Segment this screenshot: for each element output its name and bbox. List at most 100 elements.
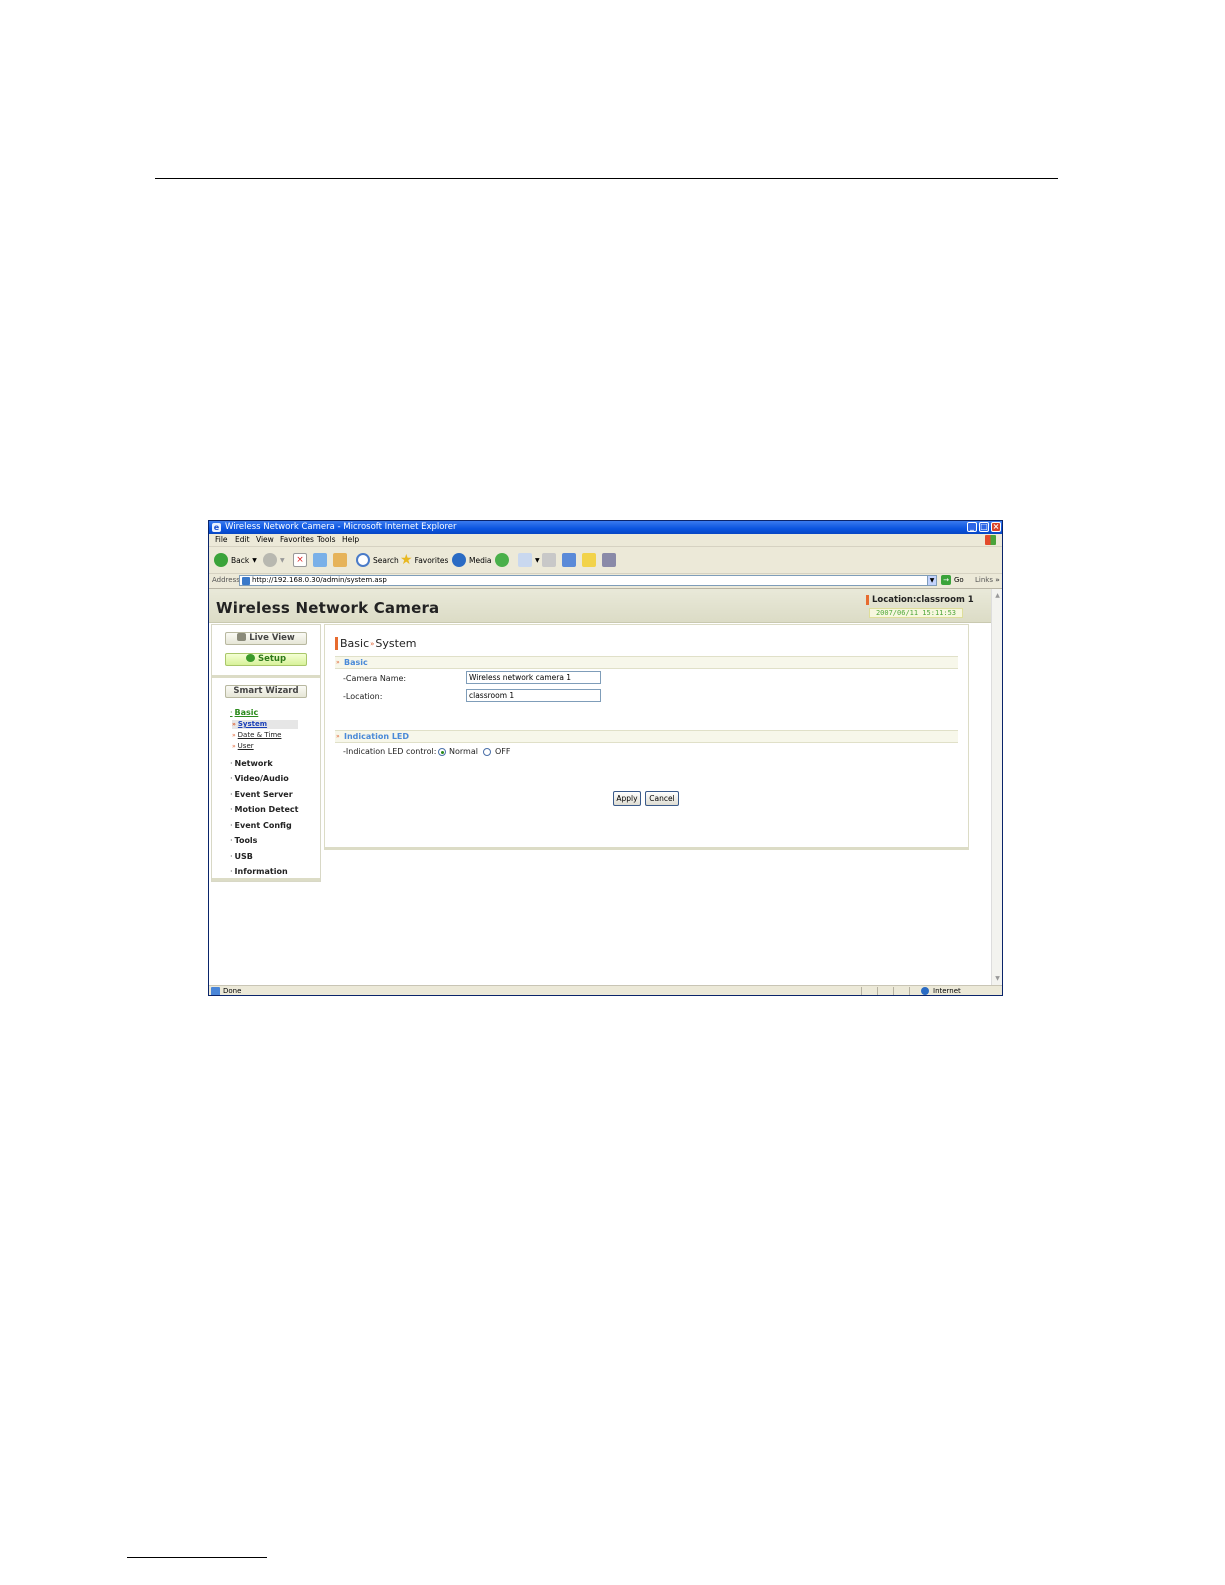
- sidebar-subitem-system[interactable]: » System: [232, 720, 298, 729]
- address-bar: Address http://192.168.0.30/admin/system…: [209, 574, 1002, 589]
- led-normal-radio[interactable]: [438, 748, 446, 756]
- mail-icon: [518, 553, 532, 567]
- title-bar: e Wireless Network Camera - Microsoft In…: [209, 521, 1002, 534]
- note-icon: [582, 553, 596, 567]
- links-button[interactable]: Links »: [975, 576, 1000, 584]
- maximize-button[interactable]: □: [979, 522, 989, 532]
- go-button[interactable]: → Go: [941, 575, 964, 585]
- sidebar-item-video-audio[interactable]: · Video/Audio: [230, 774, 289, 783]
- status-divider: [877, 987, 878, 995]
- sidebar-item-event-config[interactable]: · Event Config: [230, 821, 292, 830]
- double-arrow-icon: »: [370, 639, 375, 648]
- sidebar-subitem-user[interactable]: » User: [232, 742, 298, 751]
- double-arrow-icon: »: [232, 732, 236, 739]
- history-icon: [495, 553, 509, 567]
- address-input[interactable]: http://192.168.0.30/admin/system.asp: [239, 575, 933, 586]
- double-arrow-icon: »: [232, 721, 236, 728]
- menu-edit[interactable]: Edit: [235, 535, 250, 545]
- address-url: http://192.168.0.30/admin/system.asp: [252, 576, 387, 584]
- security-zone: Internet: [921, 987, 961, 995]
- led-off-radio[interactable]: [483, 748, 491, 756]
- setup-button[interactable]: Setup: [225, 653, 307, 666]
- camera-name-input[interactable]: [466, 671, 601, 684]
- sidebar: Live View Setup Smart Wizard · Basic » Sys…: [211, 624, 321, 882]
- address-dropdown-icon[interactable]: ▼: [927, 575, 937, 586]
- location-accent-bar: [866, 595, 869, 605]
- forward-button[interactable]: ▼: [263, 551, 285, 569]
- setup-icon: [245, 654, 255, 662]
- sidebar-item-usb[interactable]: · USB: [230, 852, 253, 861]
- double-arrow-icon: »: [336, 659, 340, 666]
- led-control-label: -Indication LED control:: [343, 747, 437, 756]
- double-arrow-icon: »: [336, 733, 340, 740]
- menu-file[interactable]: File: [215, 535, 228, 545]
- browser-toolbar: Back ▼ ▼ × Search ★ Favorites Media ▼: [209, 547, 1002, 574]
- camera-name-label: -Camera Name:: [343, 674, 407, 683]
- sidebar-item-basic[interactable]: · Basic: [230, 708, 258, 717]
- stop-button[interactable]: ×: [293, 551, 310, 569]
- mail-button[interactable]: ▼: [518, 551, 540, 569]
- live-view-button[interactable]: Live View: [225, 632, 307, 645]
- section-header-basic: » Basic: [335, 656, 958, 669]
- scroll-up-icon[interactable]: ▲: [993, 591, 1002, 600]
- footnote-rule: [127, 1557, 267, 1558]
- menu-tools[interactable]: Tools: [317, 535, 335, 545]
- refresh-button[interactable]: [313, 551, 330, 569]
- sidebar-item-tools[interactable]: · Tools: [230, 836, 257, 845]
- ie-icon: e: [212, 523, 221, 532]
- chevron-down-icon: ▼: [280, 556, 285, 564]
- sidebar-subitem-date-time[interactable]: » Date & Time: [232, 731, 298, 740]
- chevron-right-icon: »: [995, 576, 1000, 584]
- smart-wizard-button[interactable]: Smart Wizard: [225, 685, 307, 698]
- home-button[interactable]: [333, 551, 350, 569]
- location-input[interactable]: [466, 689, 601, 702]
- media-button[interactable]: Media: [452, 551, 492, 569]
- chevron-down-icon: ▼: [252, 556, 257, 564]
- history-button[interactable]: [495, 551, 512, 569]
- web-content: Wireless Network Camera Location:classro…: [209, 589, 991, 985]
- sidebar-item-network[interactable]: · Network: [230, 759, 273, 768]
- apply-button[interactable]: Apply: [613, 791, 641, 806]
- vertical-scrollbar[interactable]: ▲ ▼: [991, 589, 1002, 985]
- window-title: Wireless Network Camera - Microsoft Inte…: [225, 522, 457, 532]
- globe-icon: [921, 987, 929, 995]
- location-label: Location:classroom 1: [872, 595, 974, 605]
- edit-icon: [562, 553, 576, 567]
- windows-logo-icon: [985, 535, 996, 545]
- stop-icon: ×: [293, 553, 307, 567]
- status-bar: Done Internet: [209, 985, 1002, 995]
- messenger-icon: [602, 553, 616, 567]
- status-divider: [909, 987, 910, 995]
- star-icon: ★: [400, 552, 413, 568]
- discuss-button[interactable]: [582, 551, 599, 569]
- status-divider: [861, 987, 862, 995]
- edit-button[interactable]: [562, 551, 579, 569]
- cancel-button[interactable]: Cancel: [645, 791, 679, 806]
- favorites-button[interactable]: ★ Favorites: [400, 551, 448, 569]
- sidebar-bottom-edge: [212, 878, 320, 881]
- print-button[interactable]: [542, 551, 559, 569]
- camera-icon: [237, 633, 247, 641]
- print-icon: [542, 553, 556, 567]
- menu-favorites[interactable]: Favorites: [280, 535, 314, 545]
- home-icon: [333, 553, 347, 567]
- document-top-rule: [155, 178, 1058, 179]
- chevron-down-icon: ▼: [535, 556, 540, 564]
- messenger-button[interactable]: [602, 551, 619, 569]
- status-text: Done: [223, 987, 242, 995]
- double-arrow-icon: »: [232, 743, 236, 750]
- go-arrow-icon: →: [941, 575, 951, 585]
- menu-help[interactable]: Help: [342, 535, 359, 545]
- close-button[interactable]: ×: [991, 522, 1001, 532]
- title-accent-bar: [335, 637, 338, 650]
- back-button[interactable]: Back ▼: [214, 551, 257, 569]
- scroll-down-icon[interactable]: ▼: [993, 974, 1002, 983]
- search-button[interactable]: Search: [356, 551, 399, 569]
- sidebar-item-motion-detect[interactable]: · Motion Detect: [230, 805, 298, 814]
- address-label: Address: [212, 576, 240, 584]
- menu-view[interactable]: View: [256, 535, 274, 545]
- led-normal-label: Normal: [449, 747, 478, 756]
- sidebar-item-information[interactable]: · Information: [230, 867, 288, 876]
- minimize-button[interactable]: _: [967, 522, 977, 532]
- sidebar-item-event-server[interactable]: · Event Server: [230, 790, 293, 799]
